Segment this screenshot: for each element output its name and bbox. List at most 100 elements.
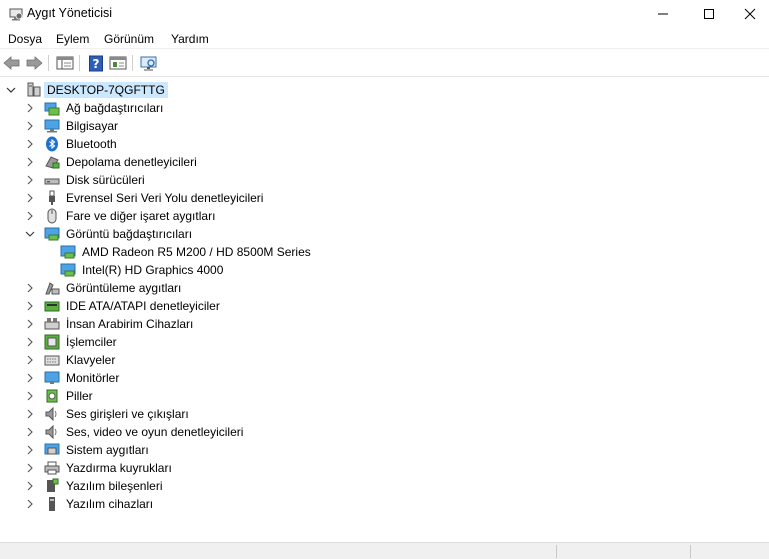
help-button[interactable]: ? [86,54,106,72]
mouse-icon [44,208,60,224]
minimize-button[interactable] [640,0,686,28]
tree-item-sound-video-game-controllers[interactable]: Ses, video ve oyun denetleyicileri [24,423,243,441]
chevron-right-icon[interactable] [24,318,36,330]
tree-item-display-adapters[interactable]: Görüntü bağdaştırıcıları [24,225,192,243]
arrow-right-icon [26,56,43,70]
chevron-right-icon[interactable] [24,372,36,384]
svg-text:?: ? [93,57,100,71]
close-button[interactable] [731,0,769,28]
tree-item-software-devices[interactable]: Yazılım cihazları [24,495,153,513]
menu-file[interactable]: Dosya [8,32,42,46]
tree-item-batteries[interactable]: Piller [24,387,93,405]
chevron-right-icon[interactable] [24,390,36,402]
forward-button[interactable] [24,54,44,72]
tree-item-keyboards[interactable]: Klavyeler [24,351,115,369]
chevron-right-icon[interactable] [24,336,36,348]
monitor-icon [44,370,60,386]
toolbar-separator [48,55,49,71]
chevron-down-icon[interactable] [24,228,36,240]
tree-item-processors[interactable]: İşlemciler [24,333,117,351]
tree-item-monitors[interactable]: Monitörler [24,369,119,387]
maximize-icon [704,9,714,19]
software-device-icon [44,496,60,512]
tree-item-network-adapters[interactable]: Ağ bağdaştırıcıları [24,99,163,117]
chevron-right-icon[interactable] [24,498,36,510]
properties-icon [109,56,127,70]
battery-icon [44,388,60,404]
status-bar [0,542,769,559]
help-icon: ? [89,55,103,71]
computer-icon [25,82,41,98]
speaker-icon [44,406,60,422]
scan-hardware-icon [140,56,157,70]
menu-view[interactable]: Görünüm [104,32,154,46]
chevron-right-icon[interactable] [24,120,36,132]
chevron-down-icon[interactable] [5,84,17,96]
tree-item-intel-hd-graphics[interactable]: Intel(R) HD Graphics 4000 [60,261,223,279]
toolbar-separator [79,55,80,71]
tree-item-amd-radeon[interactable]: AMD Radeon R5 M200 / HD 8500M Series [60,243,311,261]
tree-item-ide-controllers[interactable]: IDE ATA/ATAPI denetleyiciler [24,297,220,315]
keyboard-icon [44,352,60,368]
tree-item-mice[interactable]: Fare ve diğer işaret aygıtları [24,207,215,225]
chevron-right-icon[interactable] [24,138,36,150]
window-title: Aygıt Yöneticisi [27,6,113,20]
scan-hardware-button[interactable] [139,54,159,72]
menu-help[interactable]: Yardım [171,32,209,46]
chevron-right-icon[interactable] [24,444,36,456]
chevron-right-icon[interactable] [24,174,36,186]
computer-name: DESKTOP-7QGFTTG [44,82,168,98]
chevron-right-icon[interactable] [24,210,36,222]
menu-action[interactable]: Eylem [56,32,89,46]
device-manager-icon [8,6,24,22]
tree-item-software-components[interactable]: Yazılım bileşenleri [24,477,162,495]
close-icon [744,8,756,20]
chevron-right-icon[interactable] [24,408,36,420]
hid-icon [44,316,60,332]
tree-item-computer[interactable]: Bilgisayar [24,117,118,135]
ide-controller-icon [44,298,60,314]
chevron-right-icon[interactable] [24,354,36,366]
software-component-icon [44,478,60,494]
tree-item-storage-controllers[interactable]: Depolama denetleyicileri [24,153,197,171]
display-adapter-icon [60,262,76,278]
menu-bar: Dosya Eylem Görünüm Yardım [0,28,769,49]
chevron-right-icon[interactable] [24,192,36,204]
computer-icon [44,118,60,134]
network-adapter-icon [44,100,60,116]
tree-item-system-devices[interactable]: Sistem aygıtları [24,441,149,459]
minimize-icon [658,13,668,15]
chevron-right-icon[interactable] [24,102,36,114]
properties-button[interactable] [108,54,128,72]
tree-item-disk-drives[interactable]: Disk sürücüleri [24,171,145,189]
chevron-right-icon[interactable] [24,300,36,312]
tree-root[interactable]: DESKTOP-7QGFTTG [5,81,168,99]
tree-item-audio-inputs-outputs[interactable]: Ses girişleri ve çıkışları [24,405,189,423]
console-tree-icon [56,56,74,70]
bluetooth-icon [44,136,60,152]
usb-icon [44,190,60,206]
chevron-right-icon[interactable] [24,426,36,438]
title-bar: Aygıt Yöneticisi [0,0,769,28]
tree-item-print-queues[interactable]: Yazdırma kuyrukları [24,459,172,477]
back-button[interactable] [2,54,22,72]
system-device-icon [44,442,60,458]
tree-item-bluetooth[interactable]: Bluetooth [24,135,117,153]
tree-item-hid[interactable]: İnsan Arabirim Cihazları [24,315,193,333]
speaker-icon [44,424,60,440]
chevron-right-icon[interactable] [24,462,36,474]
printer-icon [44,460,60,476]
toolbar: ? [0,50,769,77]
chevron-right-icon[interactable] [24,282,36,294]
tree-item-imaging-devices[interactable]: Görüntüleme aygıtları [24,279,181,297]
chevron-right-icon[interactable] [24,480,36,492]
display-adapter-icon [44,226,60,242]
device-tree: DESKTOP-7QGFTTG Ağ bağdaştırıcıları Bilg… [0,81,769,541]
toolbar-separator [132,55,133,71]
maximize-button[interactable] [686,0,732,28]
tree-item-usb-controllers[interactable]: Evrensel Seri Veri Yolu denetleyicileri [24,189,263,207]
show-hide-console-tree-button[interactable] [55,54,75,72]
disk-drive-icon [44,172,60,188]
status-divider [690,545,691,558]
chevron-right-icon[interactable] [24,156,36,168]
